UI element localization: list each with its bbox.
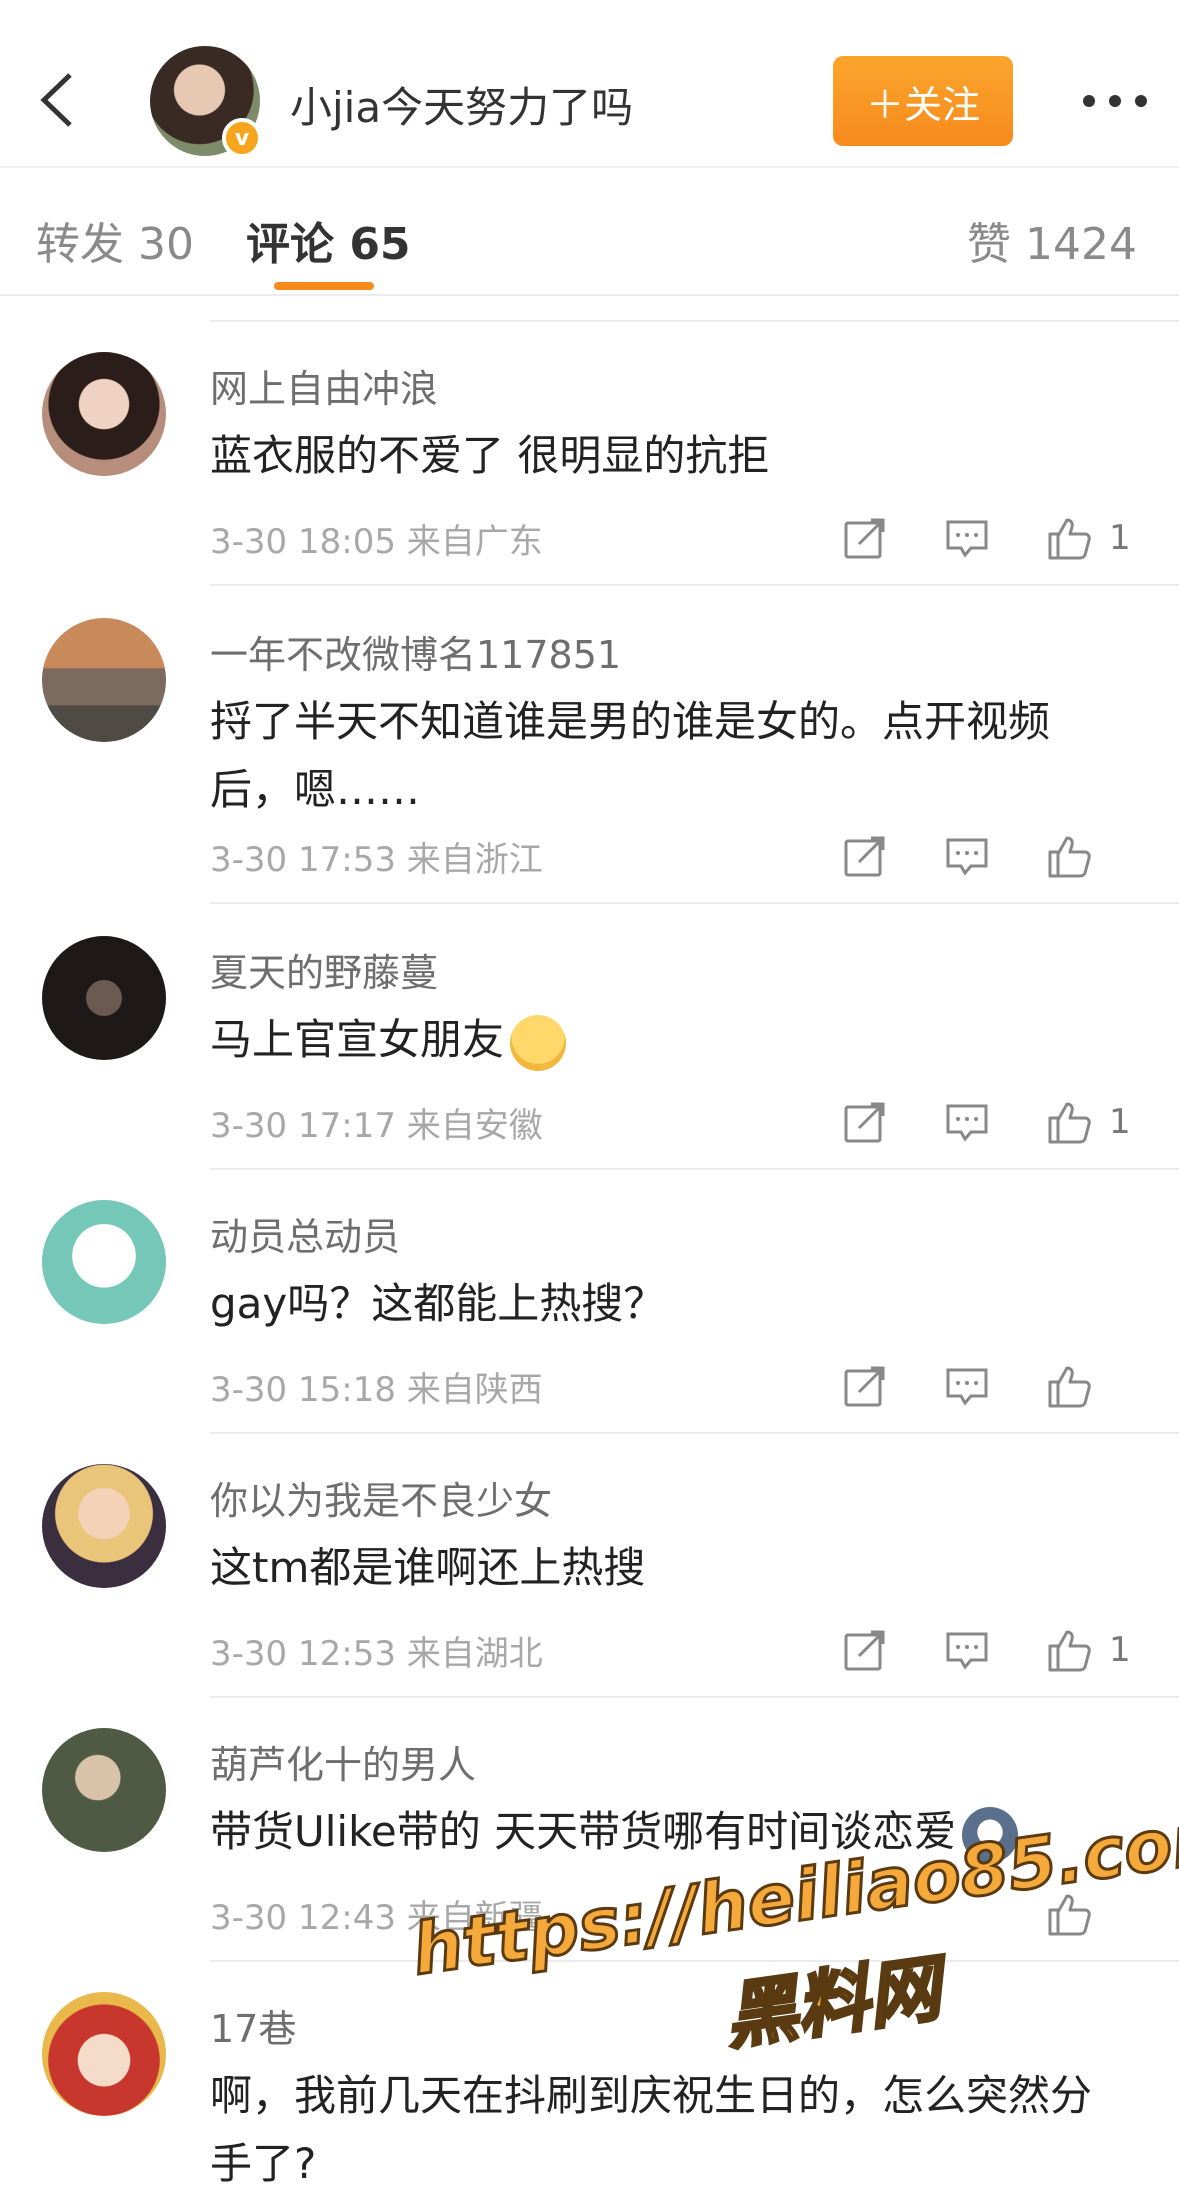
comment-location: 来自湖北 [406,1634,543,1674]
commenter-name[interactable]: 网上自由冲浪 [210,358,438,413]
share-button[interactable] [835,1356,895,1416]
more-options-button[interactable] [1060,86,1170,116]
comment-text: gay吗？这都能上热搜？ [210,1279,666,1328]
comment-icon [946,520,988,558]
divider [210,1432,1179,1434]
comment-icon [946,1632,988,1670]
share-icon [844,1630,885,1671]
comment-icon [946,838,988,876]
share-button[interactable] [835,1620,895,1680]
comment-time: 3-30 17:53 [210,840,396,880]
share-icon [844,1366,885,1407]
commenter-name[interactable]: 一年不改微博名117851 [210,624,621,679]
comment-text-body: 马上官宣女朋友 [210,1015,505,1064]
comment-text: 马上官宣女朋友 [210,1006,1110,1074]
dot-icon [1135,95,1147,107]
divider [210,320,1179,322]
commenter-name[interactable]: 夏天的野藤蔓 [210,942,438,997]
thumbs-up-icon [1048,1630,1091,1672]
comment-text: 啊，我前几天在抖刷到庆祝生日的，怎么突然分手了? [210,2071,1093,2188]
reply-button[interactable] [937,1356,997,1416]
author-username[interactable]: 小jia今天努力了吗 [290,74,633,135]
active-tab-indicator [274,282,374,290]
comment-time: 3-30 17:17 [210,1106,396,1146]
comment-text: 带货Ulike带的 天天带货哪有时间谈恋爱 [210,1798,1170,1866]
divider [210,1696,1179,1698]
commenter-avatar[interactable] [42,1200,166,1324]
verified-badge: v [222,118,262,158]
comment-time: 3-30 12:53 [210,1634,396,1674]
crying-emoji-icon [510,1014,567,1071]
back-button[interactable] [28,62,88,138]
divider [210,902,1179,904]
thumbs-up-icon [1048,1102,1091,1144]
like-count: 1 [1109,1630,1131,1670]
share-icon [844,836,885,877]
commenter-avatar[interactable] [42,1464,166,1588]
commenter-name[interactable]: 17巷 [210,1998,296,2053]
thumbs-up-icon [1048,518,1091,560]
like-count: 1 [1109,518,1131,558]
share-icon [844,518,885,559]
commenter-name[interactable]: 你以为我是不良少女 [210,1470,552,1525]
thumbs-up-icon [1048,1894,1091,1936]
like-button[interactable] [1039,1356,1099,1416]
commenter-avatar[interactable] [42,618,166,742]
comment-text-body: 带货Ulike带的 天天带货哪有时间谈恋爱 [210,1807,957,1856]
comment-time: 3-30 15:18 [210,1370,396,1410]
comment-location: 来自浙江 [406,840,543,880]
author-avatar[interactable]: v [150,46,262,158]
commenter-name[interactable]: 葫芦化十的男人 [210,1734,476,1789]
husky-emoji-icon [962,1806,1019,1863]
comment-text: 蓝衣服的不爱了 很明显的抗拒 [210,431,770,480]
tab-bar: 转发 30 评论 65 赞 1424 [0,170,1179,296]
reply-button[interactable] [937,826,997,886]
commenter-avatar[interactable] [42,1728,166,1852]
tab-comments[interactable]: 评论 65 [246,208,411,272]
like-button[interactable] [1039,1884,1099,1944]
divider [210,584,1179,586]
reply-button[interactable] [937,1620,997,1680]
commenter-avatar[interactable] [42,1992,166,2116]
thumbs-up-icon [1048,1366,1091,1408]
divider [210,1168,1179,1170]
comment-time: 3-30 12:43 [210,1898,396,1938]
share-button[interactable] [835,508,895,568]
thumbs-up-icon [1048,836,1091,878]
comment-text: 捋了半天不知道谁是男的谁是女的。点开视频后，嗯…… [210,697,1051,814]
comment-text: 这tm都是谁啊还上热搜 [210,1543,646,1592]
share-icon [844,1102,885,1143]
tab-likes[interactable]: 赞 1424 [967,208,1137,272]
dot-icon [1109,95,1121,107]
like-button[interactable] [1039,508,1099,568]
like-button[interactable] [1039,826,1099,886]
share-button[interactable] [835,1092,895,1152]
comment-time: 3-30 18:05 [210,522,396,562]
like-button[interactable] [1039,1092,1099,1152]
comment-location: 来自陕西 [406,1370,543,1410]
share-button[interactable] [835,826,895,886]
commenter-avatar[interactable] [42,352,166,476]
comment-location: 来自安徽 [406,1106,543,1146]
follow-button[interactable]: ＋关注 [833,56,1013,146]
comment-location: 来自新疆 [406,1898,543,1938]
tab-reposts[interactable]: 转发 30 [36,208,194,272]
comment-icon [946,1104,988,1142]
reply-button[interactable] [937,1092,997,1152]
chevron-left-icon [40,73,72,127]
comment-location: 来自广东 [406,522,543,562]
dot-icon [1083,95,1095,107]
commenter-name[interactable]: 动员总动员 [210,1206,400,1261]
like-count: 1 [1109,1102,1131,1142]
top-bar: v 小jia今天努力了吗 ＋关注 [0,0,1179,168]
like-button[interactable] [1039,1620,1099,1680]
reply-button[interactable] [937,508,997,568]
comment-icon [946,1368,988,1406]
commenter-avatar[interactable] [42,936,166,1060]
divider [210,1960,1179,1962]
